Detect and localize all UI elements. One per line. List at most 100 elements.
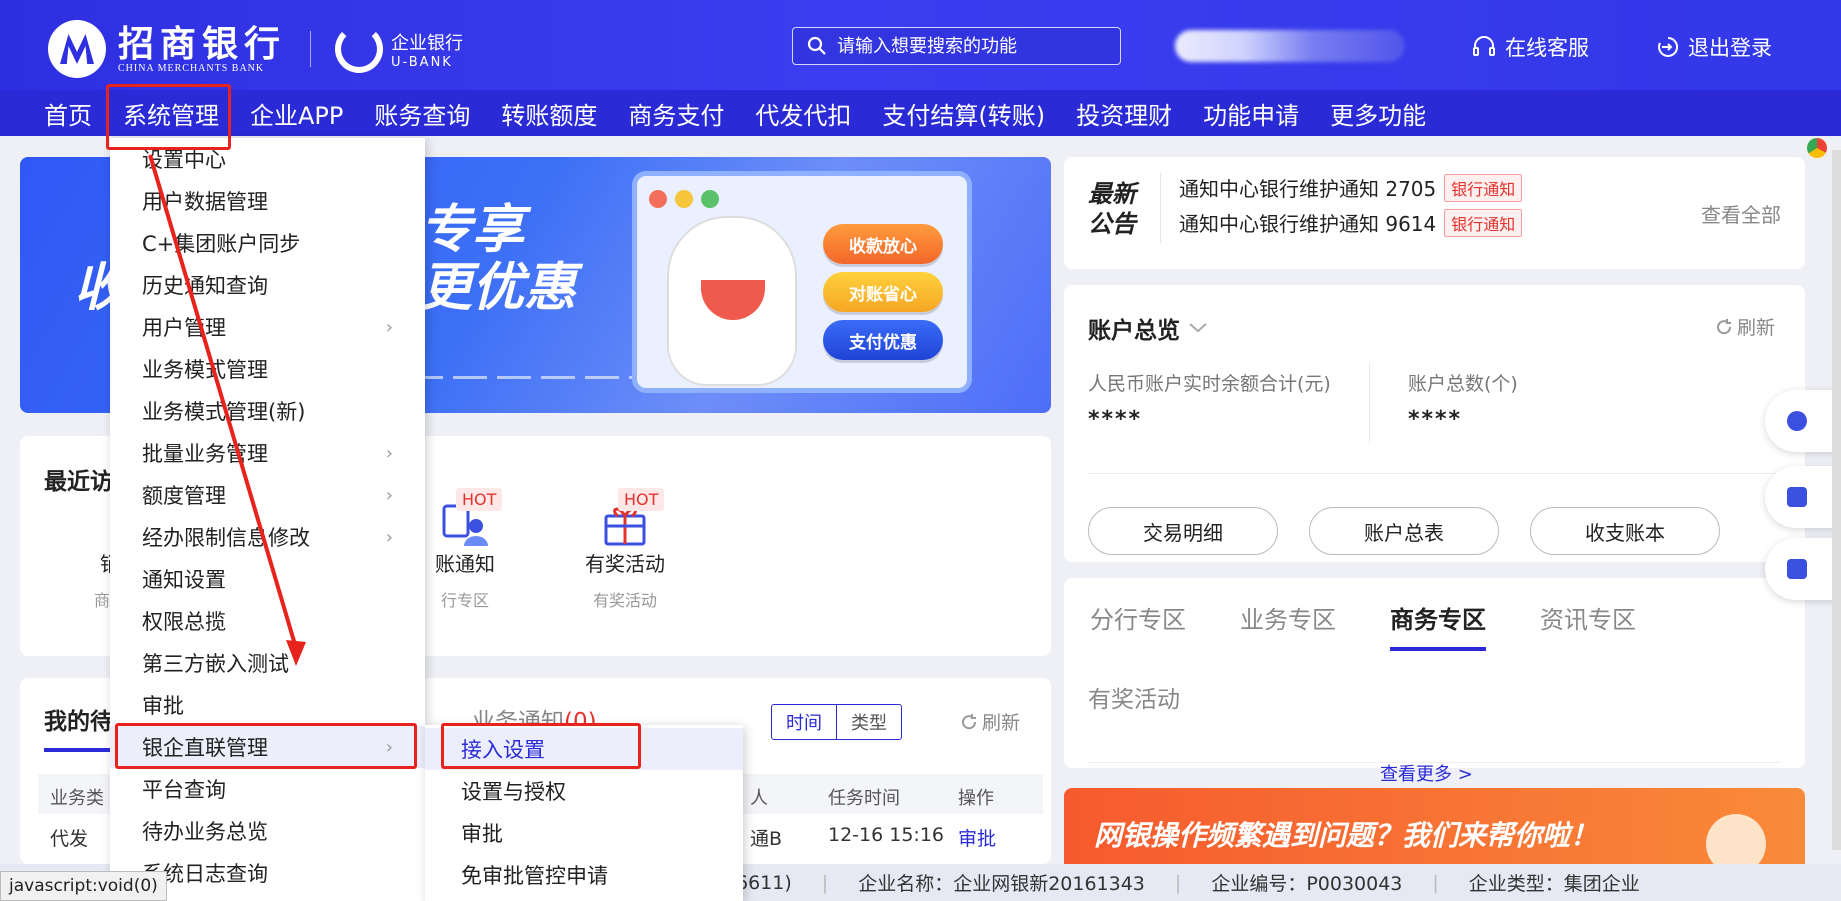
online-service-link[interactable]: 在线客服 xyxy=(1471,32,1589,62)
menu-item-operator-limit[interactable]: 经办限制信息修改 › xyxy=(110,516,425,558)
balance-label: 人民币账户实时余额合计(元) xyxy=(1088,373,1331,395)
qrcode-float-button[interactable] xyxy=(1765,466,1841,528)
nav-item-transfer-limit[interactable]: 转账额度 xyxy=(501,96,597,131)
search-input[interactable] xyxy=(837,35,1097,57)
notice-title-bottom: 公告 xyxy=(1088,210,1136,238)
menu-item-approval[interactable]: 审批 xyxy=(110,684,425,726)
tab-news-zone[interactable]: 资讯专区 xyxy=(1540,600,1636,635)
menu-item-notice-settings[interactable]: 通知设置 xyxy=(110,558,425,600)
nav-item-enterprise-app[interactable]: 企业APP xyxy=(250,96,343,131)
switch-float-button[interactable] xyxy=(1765,538,1841,600)
tab-business-zone[interactable]: 业务专区 xyxy=(1240,600,1336,635)
menu-item-label: 审批 xyxy=(142,694,184,718)
menu-item-user-data[interactable]: 用户数据管理 xyxy=(110,180,425,222)
nav-item-investment[interactable]: 投资理财 xyxy=(1076,96,1172,131)
chat-icon xyxy=(1787,411,1807,431)
menu-item-permission-overview[interactable]: 权限总揽 xyxy=(110,600,425,642)
list-item[interactable]: 通知中心银行维护通知 2705 银行通知 xyxy=(1179,173,1523,202)
online-service-label: 在线客服 xyxy=(1505,36,1589,60)
menu-item-third-party-test[interactable]: 第三方嵌入测试 xyxy=(110,642,425,684)
chrome-icon xyxy=(1807,138,1827,158)
menu-item-batch-business[interactable]: 批量业务管理 › xyxy=(110,432,425,474)
menu-item-label: 额度管理 xyxy=(142,484,226,508)
tab-commerce-zone[interactable]: 商务专区 xyxy=(1390,600,1486,651)
menu-item-todo-overview[interactable]: 待办业务总览 xyxy=(110,810,425,852)
submenu-item-settings-authorization[interactable]: 设置与授权 xyxy=(425,770,743,812)
nav-item-payment-settlement[interactable]: 支付结算(转账) xyxy=(882,96,1045,131)
hot-badge-1: HOT xyxy=(456,488,503,511)
zones-content-item[interactable]: 有奖活动 xyxy=(1088,680,1180,714)
nav-item-more[interactable]: 更多功能 xyxy=(1330,96,1426,131)
scrollbar[interactable] xyxy=(1832,150,1841,850)
logo-divider xyxy=(310,31,312,67)
nav-item-business-payment[interactable]: 商务支付 xyxy=(628,96,724,131)
balance-value: **** xyxy=(1088,407,1143,432)
logo-name-cn: 招商银行 xyxy=(118,22,287,65)
help-promo-banner[interactable]: 网银操作频繁遇到问题？我们来帮你啦！ xyxy=(1064,788,1805,864)
menu-item-limit-management[interactable]: 额度管理 › xyxy=(110,474,425,516)
hot-badge-2: HOT xyxy=(618,488,665,511)
recent-item-3-sub: 有奖活动 xyxy=(592,591,657,610)
main-nav: 首页 系统管理 企业APP 账务查询 转账额度 商务支付 代发代扣 支付结算(转… xyxy=(0,90,1841,136)
menu-item-label: 业务模式管理(新) xyxy=(142,400,306,424)
account-summary-button[interactable]: 账户总表 xyxy=(1309,507,1499,555)
nav-item-account-query[interactable]: 账务查询 xyxy=(374,96,470,131)
chevron-right-icon: › xyxy=(385,526,393,548)
menu-item-label: 经办限制信息修改 xyxy=(142,526,310,550)
logout-link[interactable]: 退出登录 xyxy=(1656,32,1772,62)
row-person: 通B xyxy=(750,828,783,850)
account-refresh[interactable]: 刷新 xyxy=(1715,313,1775,340)
nav-item-function-apply[interactable]: 功能申请 xyxy=(1203,96,1299,131)
menu-item-label: 业务模式管理 xyxy=(142,358,268,382)
status-bar-url: javascript:void(0) xyxy=(0,871,167,901)
refresh-icon xyxy=(1717,318,1732,334)
qrcode-icon xyxy=(1787,487,1807,507)
banner-text-bottom: 更优惠 xyxy=(420,258,577,318)
banner-pill-2: 对账省心 xyxy=(823,272,943,312)
notice-title-top: 最新 xyxy=(1088,180,1136,208)
menu-item-label: 通知设置 xyxy=(142,568,226,592)
footer-company-type: 企业类型：集团企业 xyxy=(1468,873,1640,895)
ledger-button[interactable]: 收支账本 xyxy=(1530,507,1720,555)
menu-item-business-mode[interactable]: 业务模式管理 xyxy=(110,348,425,390)
row-approve-link[interactable]: 审批 xyxy=(958,824,996,851)
menu-item-user-management[interactable]: 用户管理 › xyxy=(110,306,425,348)
todo-tab-mine[interactable]: 我的待 xyxy=(44,702,113,752)
menu-item-label: 用户数据管理 xyxy=(142,190,268,214)
highlight-submenu-access-settings xyxy=(441,723,641,769)
switch-icon xyxy=(1787,559,1807,579)
todo-refresh-label: 刷新 xyxy=(982,712,1021,734)
nav-item-payroll[interactable]: 代发代扣 xyxy=(755,96,851,131)
account-separator xyxy=(1088,473,1781,474)
menu-item-business-mode-new[interactable]: 业务模式管理(新) xyxy=(110,390,425,432)
submenu-item-approval[interactable]: 审批 xyxy=(425,812,743,854)
account-title[interactable]: 账户总览 xyxy=(1088,311,1208,345)
col-action: 操作 xyxy=(958,788,994,809)
cmb-logo[interactable]: 招商银行 CHINA MERCHANTS BANK 企业银行 U-BANK xyxy=(48,20,463,78)
footer-divider: | xyxy=(821,871,829,894)
menu-item-history-notice[interactable]: 历史通知查询 xyxy=(110,264,425,306)
tab-branch-zone[interactable]: 分行专区 xyxy=(1090,600,1186,635)
col-person: 人 xyxy=(750,788,768,809)
list-item[interactable]: 通知中心银行维护通知 9614 银行通知 xyxy=(1179,208,1523,237)
logo-name-en: CHINA MERCHANTS BANK xyxy=(118,62,265,74)
sort-by-time[interactable]: 时间 xyxy=(772,705,837,739)
recent-item-3[interactable]: 有奖活动 有奖活动 xyxy=(560,500,690,611)
menu-item-label: 批量业务管理 xyxy=(142,442,268,466)
view-all-link[interactable]: 查看全部 xyxy=(1701,199,1781,228)
view-more-link[interactable]: 查看更多 > xyxy=(1380,760,1473,786)
user-info-blurred[interactable] xyxy=(1175,30,1405,62)
menu-item-platform-query[interactable]: 平台查询 xyxy=(110,768,425,810)
footer-user-suffix: 6611) xyxy=(736,871,792,894)
cmb-logo-icon xyxy=(48,20,106,78)
nav-item-home[interactable]: 首页 xyxy=(44,96,92,131)
sort-by-type[interactable]: 类型 xyxy=(837,705,901,739)
submenu-item-exempt-approval[interactable]: 免审批管控申请 xyxy=(425,854,743,896)
chat-float-button[interactable] xyxy=(1765,390,1841,452)
menu-item-group-sync[interactable]: C+集团账户同步 xyxy=(110,222,425,264)
transaction-detail-button[interactable]: 交易明细 xyxy=(1088,507,1278,555)
row-type: 代发 xyxy=(50,828,89,850)
menu-item-label: 权限总揽 xyxy=(142,610,226,634)
todo-refresh[interactable]: 刷新 xyxy=(960,708,1020,735)
search-box[interactable] xyxy=(792,27,1121,65)
